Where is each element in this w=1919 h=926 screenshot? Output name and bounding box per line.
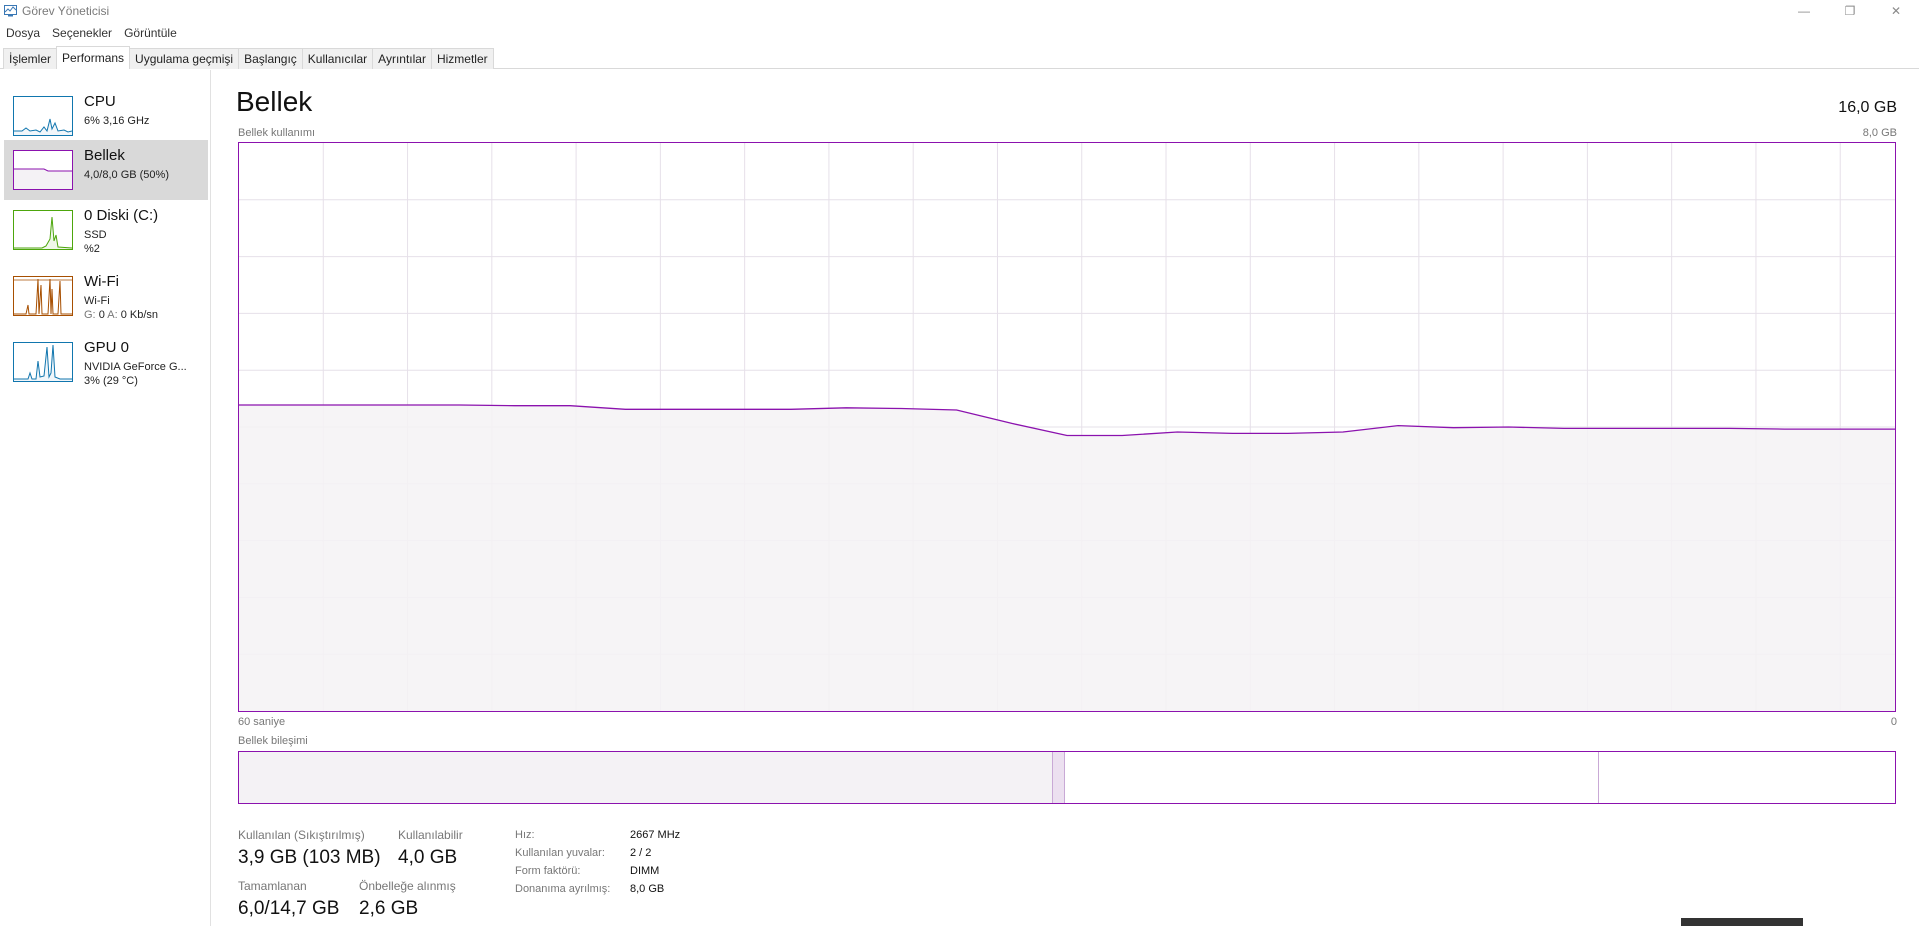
form-factor-label: Form faktörü:: [515, 865, 581, 877]
task-manager-icon: [4, 5, 17, 17]
sidebar-gpu-title: GPU 0: [84, 339, 130, 356]
sidebar-item-gpu[interactable]: GPU 0 NVIDIA GeForce G... 3% (29 °C): [4, 332, 208, 392]
tab-bar: İşlemler Performans Uygulama geçmişi Baş…: [0, 45, 1919, 69]
wifi-send-label: G:: [84, 309, 96, 321]
minimize-button[interactable]: —: [1781, 0, 1827, 22]
hardware-reserved-label: Donanıma ayrılmış:: [515, 883, 611, 895]
sidebar-item-disk[interactable]: 0 Diski (C:) SSD %2: [4, 200, 208, 260]
close-button[interactable]: ✕: [1873, 0, 1919, 22]
graph-time-right: 0: [1890, 716, 1897, 728]
menu-view[interactable]: Görüntüle: [118, 24, 183, 42]
sidebar-memory-title: Bellek: [84, 147, 125, 164]
available-value: 4,0 GB: [398, 847, 458, 868]
sidebar-cpu-usage: 6% 3,16 GHz: [84, 115, 150, 127]
close-icon: ✕: [1890, 4, 1902, 18]
sidebar-item-cpu[interactable]: CPU 6% 3,16 GHz: [4, 86, 208, 146]
memory-usage-label: Bellek kullanımı: [238, 127, 316, 139]
sidebar-gpu-model: NVIDIA GeForce G...: [84, 361, 187, 373]
available-label: Kullanılabilir: [398, 828, 463, 842]
in-use-value: 3,9 GB (103 MB): [238, 847, 381, 868]
sidebar-disk-type: SSD: [84, 229, 107, 241]
memory-thumbnail-graph: [13, 150, 73, 190]
menu-options[interactable]: Seçenekler: [46, 24, 118, 42]
minimize-icon: —: [1798, 4, 1810, 18]
hardware-reserved-value: 8,0 GB: [630, 883, 665, 895]
speed-value: 2667 MHz: [630, 829, 681, 841]
slots-label: Kullanılan yuvalar:: [515, 847, 605, 859]
sidebar-wifi-throughput: G: 0 A: 0 Kb/sn: [84, 309, 158, 321]
wifi-thumbnail-graph: [13, 276, 73, 316]
performance-sidebar: CPU 6% 3,16 GHz Bellek 4,0/8,0 GB (50%) …: [0, 70, 211, 926]
sidebar-wifi-name: Wi-Fi: [84, 295, 110, 307]
memory-usage-area: [239, 405, 1895, 711]
wifi-recv-value: 0 Kb/sn: [120, 309, 159, 321]
title-bar: Görev Yöneticisi — ❐ ✕: [0, 0, 1919, 22]
wifi-recv-label: A:: [107, 309, 118, 321]
in-use-label: Kullanılan (Sıkıştırılmış): [238, 828, 365, 842]
restore-icon: ❐: [1844, 4, 1856, 18]
cpu-thumbnail-graph: [13, 96, 73, 136]
sidebar-cpu-title: CPU: [84, 93, 116, 110]
composition-in-use: [239, 752, 1053, 803]
page-title: Bellek: [236, 86, 313, 117]
form-factor-value: DIMM: [630, 865, 660, 877]
memory-usage-chart: [239, 143, 1895, 711]
window-title: Görev Yöneticisi: [22, 4, 110, 18]
sidebar-disk-usage: %2: [84, 243, 100, 255]
composition-standby: [1065, 752, 1599, 803]
sidebar-gpu-usage: 3% (29 °C): [84, 375, 138, 387]
graph-time-left: 60 saniye: [238, 716, 286, 728]
sidebar-memory-usage: 4,0/8,0 GB (50%): [84, 169, 169, 181]
taskbar-preview: [1681, 918, 1803, 926]
total-memory: 16,0 GB: [1838, 99, 1897, 116]
cached-label: Önbelleğe alınmış: [359, 879, 456, 893]
tab-performance[interactable]: Performans: [56, 46, 131, 69]
tab-processes[interactable]: İşlemler: [3, 48, 58, 69]
slots-value: 2 / 2: [630, 847, 652, 859]
disk-thumbnail-graph: [13, 210, 73, 250]
cached-value: 2,6 GB: [359, 898, 419, 919]
tab-startup[interactable]: Başlangıç: [238, 48, 303, 69]
memory-composition-label: Bellek bileşimi: [238, 735, 308, 747]
restore-button[interactable]: ❐: [1827, 0, 1873, 22]
tab-users[interactable]: Kullanıcılar: [301, 48, 374, 69]
sidebar-item-wifi[interactable]: Wi-Fi Wi-Fi G: 0 A: 0 Kb/sn: [4, 266, 208, 326]
tab-details[interactable]: Ayrıntılar: [372, 48, 432, 69]
menu-file[interactable]: Dosya: [0, 24, 46, 42]
composition-modified: [1052, 752, 1066, 803]
tab-app-history[interactable]: Uygulama geçmişi: [129, 48, 240, 69]
sidebar-item-memory[interactable]: Bellek 4,0/8,0 GB (50%): [4, 140, 208, 200]
committed-label: Tamamlanan: [238, 879, 307, 893]
speed-label: Hız:: [515, 829, 535, 841]
wifi-send-value: 0: [98, 309, 105, 321]
memory-usage-max: 8,0 GB: [1862, 127, 1897, 139]
sidebar-wifi-title: Wi-Fi: [84, 273, 119, 290]
menu-bar: Dosya Seçenekler Görüntüle: [0, 24, 183, 42]
tab-services[interactable]: Hizmetler: [430, 48, 494, 69]
sidebar-disk-title: 0 Diski (C:): [84, 207, 159, 224]
memory-composition-bar: [238, 751, 1896, 804]
memory-usage-graph: [238, 142, 1896, 712]
gpu-thumbnail-graph: [13, 342, 73, 382]
committed-value: 6,0/14,7 GB: [238, 898, 340, 919]
